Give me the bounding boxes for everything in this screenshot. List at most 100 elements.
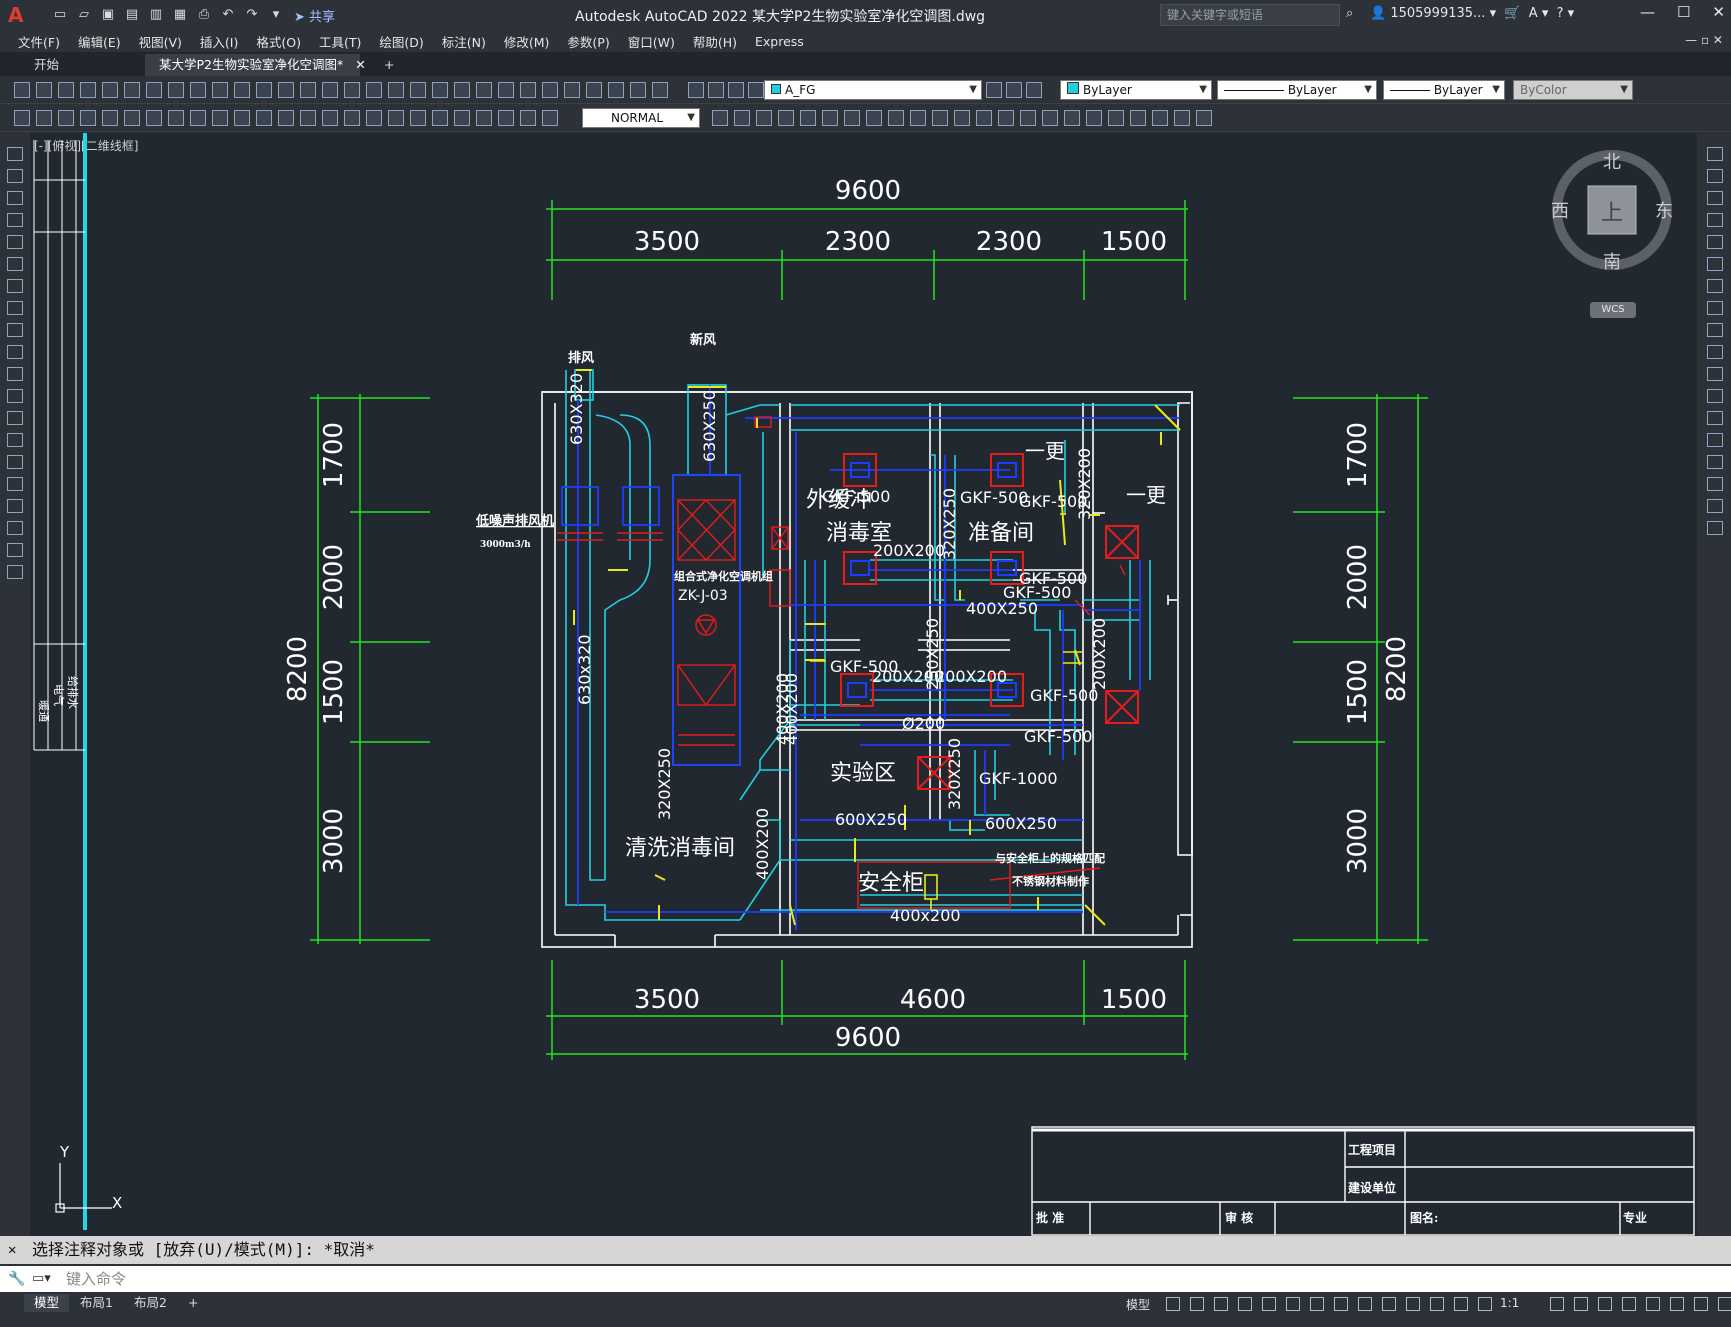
toolbar-icon[interactable] [366,82,382,98]
modify-tool-icon[interactable] [1707,367,1723,381]
toolbar-icon[interactable] [102,82,118,98]
toolbar-icon[interactable] [190,82,206,98]
modify-tool-icon[interactable] [1707,477,1723,491]
modify-tool-icon[interactable] [1707,389,1723,403]
toolbar-icon[interactable] [888,110,904,126]
customize-icon[interactable]: ▾ [266,6,286,24]
draw-tool-icon[interactable] [7,521,23,535]
toolbar-icon[interactable] [454,110,470,126]
toolbar-icon[interactable] [234,110,250,126]
toolbar-icon[interactable] [800,110,816,126]
toolbar-icon[interactable] [190,110,206,126]
draw-tool-icon[interactable] [7,565,23,579]
tab-layout2[interactable]: 布局2 [124,1294,177,1312]
toolbar-icon[interactable] [14,110,30,126]
toolbar-icon[interactable] [708,82,724,98]
menu-item[interactable]: 文件(F) [18,32,60,51]
toolbar-icon[interactable] [146,110,162,126]
modify-tool-icon[interactable] [1707,257,1723,271]
toolbar-icon[interactable] [300,110,316,126]
menu-item[interactable]: Express [755,34,804,49]
draw-tool-icon[interactable] [7,433,23,447]
toolbar-icon[interactable] [168,82,184,98]
new-icon[interactable]: ▭ [50,6,70,24]
toolbar-icon[interactable] [322,82,338,98]
color-dropdown[interactable]: ByLayer ▼ [1060,80,1212,100]
undo-icon[interactable]: ↶ [218,6,238,24]
status-toggle-icon[interactable] [1670,1297,1684,1311]
open-icon[interactable]: ▱ [74,6,94,24]
toolbar-icon[interactable] [630,82,646,98]
status-toggle-icon[interactable] [1454,1297,1468,1311]
draw-tool-icon[interactable] [7,191,23,205]
annotation-scale[interactable]: 1:1 [1500,1296,1519,1310]
modify-tool-icon[interactable] [1707,213,1723,227]
toolbar-icon[interactable] [986,82,1002,98]
draw-tool-icon[interactable] [7,279,23,293]
maximize-button[interactable]: ☐ [1677,3,1690,21]
status-toggle-icon[interactable] [1406,1297,1420,1311]
draw-tool-icon[interactable] [7,389,23,403]
toolbar-icon[interactable] [256,110,272,126]
draw-tool-icon[interactable] [7,235,23,249]
status-toggle-icon[interactable] [1382,1297,1396,1311]
toolbar-icon[interactable] [124,110,140,126]
menu-item[interactable]: 插入(I) [200,32,238,51]
modify-tool-icon[interactable] [1707,147,1723,161]
toolbar-icon[interactable] [344,110,360,126]
modify-tool-icon[interactable] [1707,499,1723,513]
toolbar-icon[interactable] [278,110,294,126]
search-input[interactable]: 键入关键字或短语 [1160,4,1340,26]
modify-tool-icon[interactable] [1707,411,1723,425]
modify-tool-icon[interactable] [1707,301,1723,315]
toolbar-icon[interactable] [756,110,772,126]
tab-start[interactable]: 开始 [20,54,140,76]
linetype-dropdown[interactable]: ByLayer ▼ [1217,80,1377,100]
toolbar-icon[interactable] [1086,110,1102,126]
status-toggle-icon[interactable] [1238,1297,1252,1311]
compass-east[interactable]: 东 [1655,201,1673,222]
status-toggle-icon[interactable] [1286,1297,1300,1311]
menu-item[interactable]: 绘图(D) [379,32,423,51]
toolbar-icon[interactable] [410,110,426,126]
tab-drawing[interactable]: 某大学P2生物实验室净化空调图* ✕ [145,54,366,76]
draw-tool-icon[interactable] [7,411,23,425]
search-icon[interactable]: ⌕ [1346,6,1353,21]
draw-tool-icon[interactable] [7,543,23,557]
toolbar-icon[interactable] [1108,110,1124,126]
tab-model[interactable]: 模型 [24,1294,70,1312]
toolbar-icon[interactable] [1026,82,1042,98]
draw-tool-icon[interactable] [7,499,23,513]
status-toggle-icon[interactable] [1262,1297,1276,1311]
toolbar-icon[interactable] [748,82,764,98]
status-toggle-icon[interactable] [1166,1297,1180,1311]
toolbar-icon[interactable] [998,110,1014,126]
toolbar-icon[interactable] [344,82,360,98]
modify-tool-icon[interactable] [1707,323,1723,337]
save-as-icon[interactable]: ▤ [122,6,142,24]
toolbar-icon[interactable] [712,110,728,126]
draw-tool-icon[interactable] [7,455,23,469]
draw-tool-icon[interactable] [7,301,23,315]
compass-west[interactable]: 西 [1552,201,1569,222]
command-input[interactable]: 🔧 ▭▾ 键入命令 [0,1266,1731,1292]
toolbar-icon[interactable] [388,82,404,98]
status-toggle-icon[interactable] [1694,1297,1708,1311]
tab-layout1[interactable]: 布局1 [70,1294,123,1312]
draw-tool-icon[interactable] [7,323,23,337]
toolbar-icon[interactable] [734,110,750,126]
toolbar-icon[interactable] [36,110,52,126]
status-toggle-icon[interactable] [1598,1297,1612,1311]
toolbar-icon[interactable] [1064,110,1080,126]
status-toggle-icon[interactable] [1334,1297,1348,1311]
new-tab-button[interactable]: + [370,54,408,76]
modify-tool-icon[interactable] [1707,191,1723,205]
toolbar-icon[interactable] [168,110,184,126]
status-toggle-icon[interactable] [1310,1297,1324,1311]
minimize-button[interactable]: — [1640,3,1655,21]
toolbar-icon[interactable] [388,110,404,126]
toolbar-icon[interactable] [498,110,514,126]
model-space-label[interactable]: 模型 [1126,1296,1150,1313]
doc-window-controls[interactable]: — ▫ ✕ [1685,33,1723,47]
toolbar-icon[interactable] [1042,110,1058,126]
